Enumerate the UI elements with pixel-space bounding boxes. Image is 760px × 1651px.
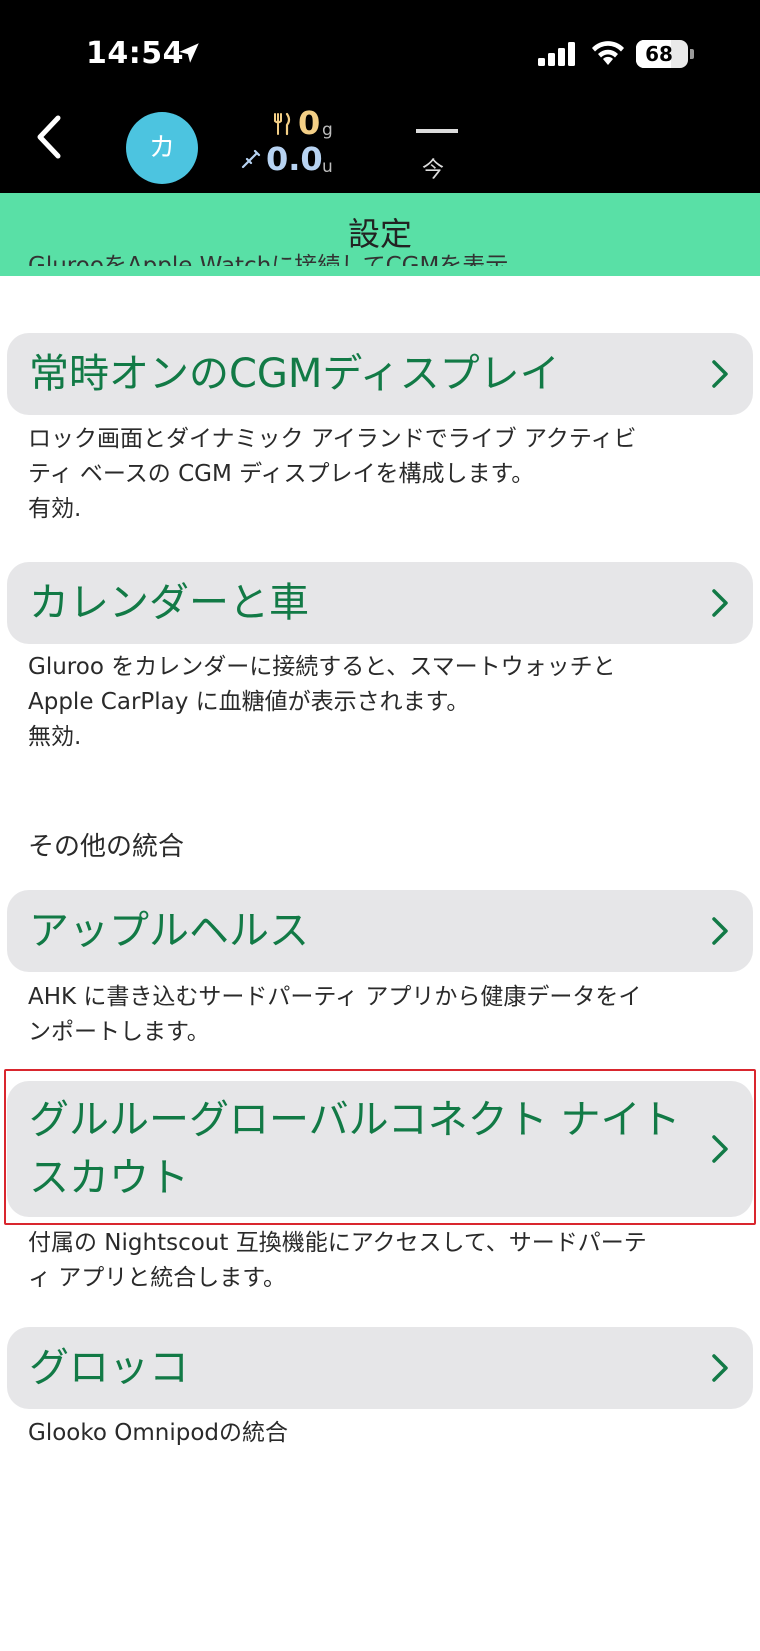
insulin-value: 0.0: [266, 140, 323, 178]
status-time: 14:54: [86, 36, 184, 71]
description-line: Apple CarPlay に血糖値が表示されます。: [28, 689, 470, 715]
description-line: ティ ベースの CGM ディスプレイを構成します。: [28, 461, 535, 487]
row-title: カレンダーと車: [29, 580, 309, 626]
glucose-dash: [416, 129, 458, 133]
apple-health-row[interactable]: アップルヘルス: [7, 890, 753, 972]
row-title: アップルヘルス: [29, 908, 309, 954]
carbs-value: 0: [298, 104, 321, 142]
chevron-right-icon: [712, 589, 728, 617]
now-label: 今: [422, 158, 445, 183]
chevron-right-icon: [712, 917, 728, 945]
status-text: 無効.: [28, 724, 82, 750]
row-title: グロッコ: [29, 1345, 189, 1391]
insulin-unit: u: [322, 157, 333, 177]
back-chevron-icon[interactable]: [30, 112, 70, 162]
calendar-and-car-row[interactable]: カレンダーと車: [7, 562, 753, 644]
status-text: 有効.: [28, 496, 82, 522]
nightscout-description: 付属の Nightscout 互換機能にアクセスして、サードパーテ ィ アプリと…: [28, 1226, 728, 1296]
carbs-unit: g: [322, 120, 333, 140]
avatar[interactable]: カ: [126, 112, 198, 184]
description-line: ンポートします。: [28, 1019, 210, 1045]
calendar-and-car-description: Gluroo をカレンダーに接続すると、スマートウォッチと Apple CarP…: [28, 650, 728, 755]
row-title: 常時オンのCGMディスプレイ: [29, 351, 560, 397]
battery-indicator: 68: [636, 40, 688, 68]
description-line: AHK に書き込むサードパーティ アプリから健康データをイ: [28, 984, 642, 1010]
glooko-description: Glooko Omnipodの統合: [28, 1416, 728, 1451]
syringe-icon: [241, 149, 261, 169]
apple-health-description: AHK に書き込むサードパーティ アプリから健康データをイ ンポートします。: [28, 980, 728, 1050]
description-line: ロック画面とダイナミック アイランドでライブ アクティビ: [28, 426, 637, 452]
glooko-row[interactable]: グロッコ: [7, 1327, 753, 1409]
section-label-other-integrations: その他の統合: [28, 832, 185, 862]
description-line: Glooko Omnipodの統合: [28, 1420, 288, 1446]
chevron-right-icon: [712, 360, 728, 388]
fork-knife-icon: [274, 112, 291, 136]
battery-nub: [690, 49, 694, 59]
wifi-icon: [592, 41, 624, 65]
description-line: ィ アプリと統合します。: [28, 1265, 287, 1291]
location-arrow-icon: [179, 43, 199, 63]
always-on-cgm-description: ロック画面とダイナミック アイランドでライブ アクティビ ティ ベースの CGM…: [28, 422, 728, 527]
description-line: Gluroo をカレンダーに接続すると、スマートウォッチと: [28, 654, 616, 680]
top-bar: 14:54 68 カ 0 g 0.0 u 今: [0, 0, 760, 193]
cellular-signal-icon: [538, 42, 575, 66]
partial-description: GlurooをApple Watchに接続してCGMを表示: [28, 253, 509, 266]
selection-highlight: [4, 1069, 756, 1225]
description-line: 付属の Nightscout 互換機能にアクセスして、サードパーテ: [28, 1230, 647, 1256]
always-on-cgm-row[interactable]: 常時オンのCGMディスプレイ: [7, 333, 753, 415]
chevron-right-icon: [712, 1354, 728, 1382]
battery-percent: 68: [645, 42, 673, 66]
